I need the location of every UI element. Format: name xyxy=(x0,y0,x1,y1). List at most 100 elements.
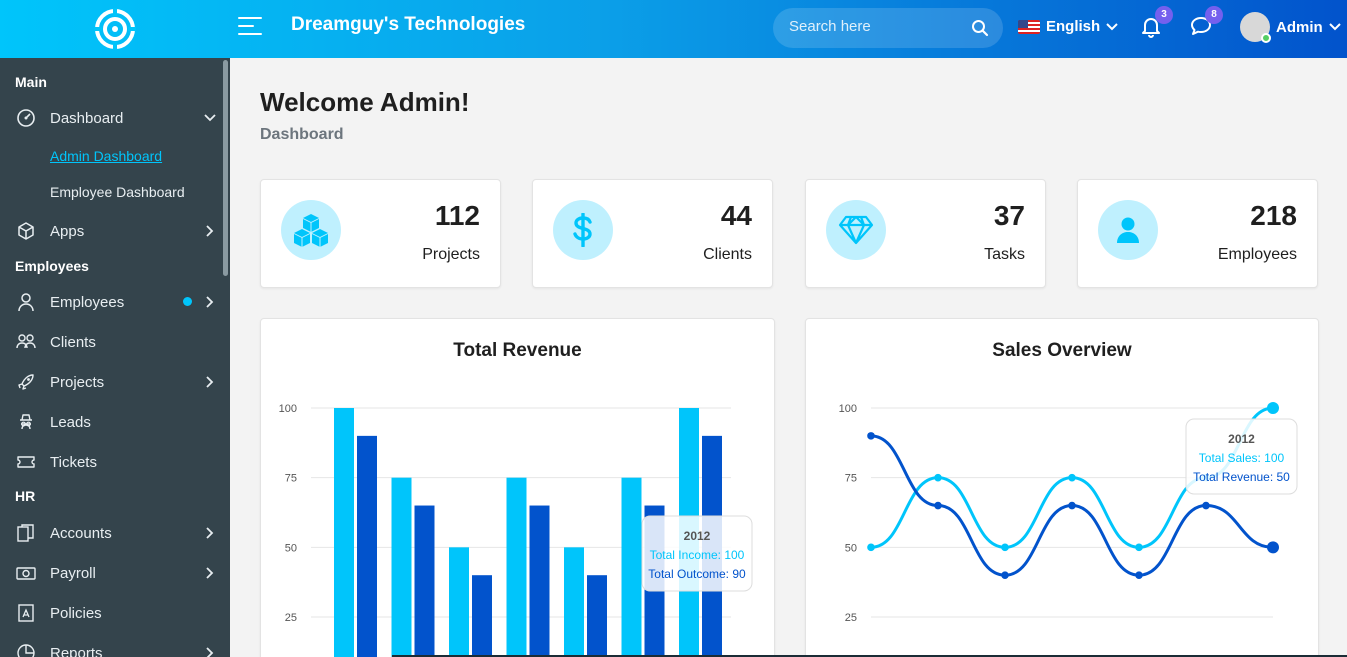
sidebar-item-projects[interactable]: Projects xyxy=(16,367,220,397)
chevron-right-icon xyxy=(206,567,214,579)
stat-label: Tasks xyxy=(984,246,1025,263)
y-tick-label: 100 xyxy=(839,403,857,415)
sidebar-item-label: Policies xyxy=(50,604,102,622)
cube-icon xyxy=(18,222,34,240)
chevron-down-icon xyxy=(1328,23,1341,31)
stat-card-employees: 218 Employees xyxy=(1077,179,1318,288)
chevron-down-icon xyxy=(204,114,216,122)
search-input[interactable] xyxy=(789,18,969,35)
sidebar-item-apps[interactable]: Apps xyxy=(16,216,220,246)
y-tick-label: 75 xyxy=(845,473,857,485)
avatar xyxy=(1240,12,1271,43)
us-flag-icon xyxy=(1018,19,1040,34)
chevron-right-icon xyxy=(206,376,214,388)
tooltip-text: 2012 xyxy=(1228,432,1255,446)
sidebar-item-dashboard[interactable]: Dashboard xyxy=(16,103,220,133)
sidebar-item-payroll[interactable]: Payroll xyxy=(16,558,220,588)
user-menu[interactable]: Admin xyxy=(1240,12,1341,43)
diamond-icon xyxy=(838,215,874,245)
total-revenue-chart: 25 50 75 100 2012 Total Income: 100 Total Outc… xyxy=(279,403,753,657)
stat-label: Employees xyxy=(1217,246,1297,263)
sidebar-item-employees[interactable]: Employees xyxy=(16,287,220,317)
bar-total-outcome xyxy=(357,435,377,657)
sidebar-section-main: Main xyxy=(15,74,47,90)
sidebar-item-reports[interactable]: Reports xyxy=(16,638,220,657)
sidebar-subitem-admin-dashboard[interactable]: Admin Dashboard xyxy=(50,148,162,164)
chevron-right-icon xyxy=(206,527,214,539)
bar-total-income xyxy=(506,477,527,657)
sidebar-item-accounts[interactable]: Accounts xyxy=(16,518,220,548)
notifications-badge: 3 xyxy=(1155,6,1173,24)
sidebar-item-clients[interactable]: Clients xyxy=(16,327,220,357)
stat-icon-circle xyxy=(281,200,341,260)
point-total-revenue xyxy=(1202,501,1210,510)
chevron-right-icon xyxy=(206,647,214,657)
notifications-button[interactable]: 3 xyxy=(1139,6,1173,40)
user-icon xyxy=(18,293,34,312)
language-selector[interactable]: English xyxy=(1018,18,1118,35)
sidebar-scrollbar[interactable] xyxy=(223,60,228,276)
stat-label: Projects xyxy=(422,246,480,263)
y-tick-label: 100 xyxy=(279,403,297,415)
y-tick-label: 25 xyxy=(845,612,857,624)
sidebar-item-policies[interactable]: Policies xyxy=(16,598,220,628)
online-status-icon xyxy=(1261,33,1271,43)
sidebar-item-label: Clients xyxy=(50,333,96,351)
bar-total-income xyxy=(391,477,412,657)
sidebar-item-leads[interactable]: Leads xyxy=(16,407,220,437)
bar-total-income xyxy=(449,547,469,657)
chevron-down-icon xyxy=(1106,22,1118,30)
sidebar-item-tickets[interactable]: Tickets xyxy=(16,447,220,477)
user-name: Admin xyxy=(1276,18,1323,36)
search-icon[interactable] xyxy=(971,19,989,37)
logo-icon[interactable] xyxy=(94,8,136,50)
stat-value: 218 xyxy=(1250,200,1297,231)
bar-total-outcome xyxy=(472,575,492,657)
messages-button[interactable]: 8 xyxy=(1189,6,1223,40)
tooltip-text: Total Income: 100 xyxy=(650,548,745,562)
rocket-icon xyxy=(18,374,34,390)
bar-total-outcome xyxy=(529,505,550,657)
stat-card-projects: 112 Projects xyxy=(260,179,501,288)
sidebar-item-label: Leads xyxy=(50,413,91,431)
point-total-revenue xyxy=(1068,501,1076,510)
new-indicator-dot xyxy=(183,297,192,306)
chevron-right-icon xyxy=(206,296,214,308)
sidebar-section-hr: HR xyxy=(15,488,36,504)
sidebar-item-label: Apps xyxy=(50,222,85,240)
tooltip-text: Total Revenue: 50 xyxy=(1193,470,1290,484)
tooltip-text: Total Sales: 100 xyxy=(1199,451,1285,465)
point-total-revenue xyxy=(1135,571,1143,579)
point-total-sales xyxy=(1068,473,1076,482)
sales-overview-card: Sales Overview 25 50 75 100 2012 Total Sales:… xyxy=(805,318,1319,657)
y-tick-label: 25 xyxy=(285,612,297,624)
bar-total-income xyxy=(334,408,354,657)
users-icon xyxy=(16,334,36,349)
stat-value: 112 xyxy=(434,200,480,231)
point-total-sales xyxy=(1267,402,1279,414)
bar-total-outcome xyxy=(414,505,435,657)
point-total-sales xyxy=(1001,543,1009,552)
ticket-icon xyxy=(17,456,35,468)
point-total-revenue xyxy=(867,432,875,440)
files-icon xyxy=(17,524,34,542)
stat-label: Clients xyxy=(703,246,752,263)
tooltip-text: 2012 xyxy=(684,529,711,543)
point-total-sales xyxy=(934,473,942,482)
search-box xyxy=(773,8,1003,48)
sidebar-subitem-employee-dashboard[interactable]: Employee Dashboard xyxy=(50,184,185,200)
stat-card-clients: 44 Clients xyxy=(532,179,773,288)
menu-toggle-icon[interactable] xyxy=(238,17,262,39)
sidebar-item-label: Dashboard xyxy=(50,109,124,127)
point-total-revenue xyxy=(934,501,942,510)
sidebar-item-label: Payroll xyxy=(50,564,96,582)
point-total-revenue xyxy=(1267,541,1279,554)
top-header: Dreamguy's Technologies English 3 8 Admi… xyxy=(0,0,1347,58)
language-label: English xyxy=(1046,18,1101,35)
stat-icon-circle xyxy=(826,200,886,260)
sidebar-item-label: Employees xyxy=(50,293,125,311)
stat-card-tasks: 37 Tasks xyxy=(805,179,1046,288)
sidebar-section-employees: Employees xyxy=(15,258,89,274)
dashboard-icon xyxy=(17,109,35,127)
point-total-sales xyxy=(867,543,875,552)
